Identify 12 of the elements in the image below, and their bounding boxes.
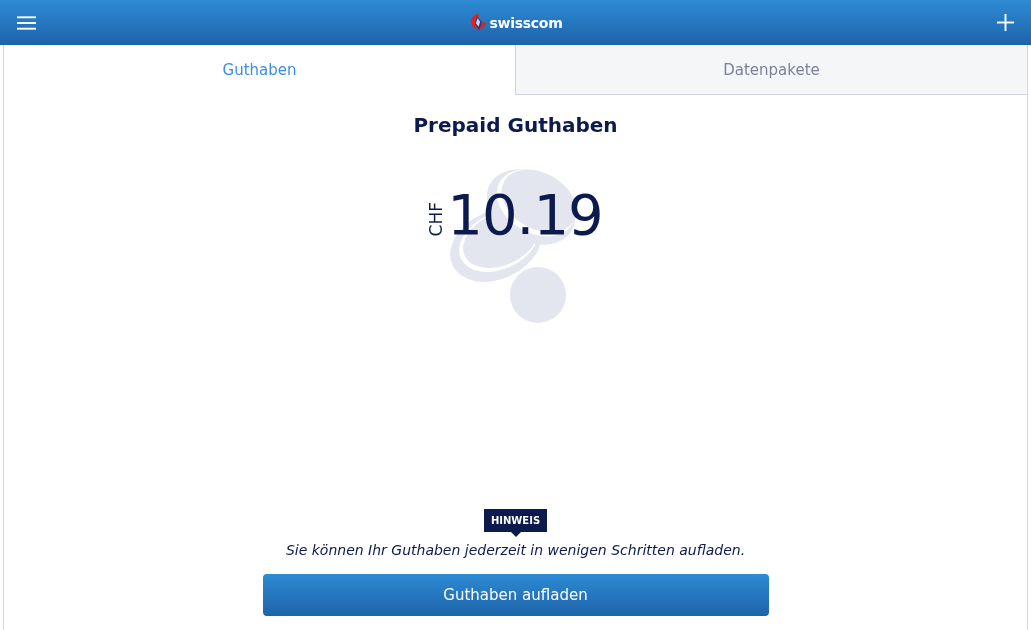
- hint-text: Sie können Ihr Guthaben jederzeit in wenigen Schritten aufladen.: [285, 542, 746, 558]
- hint-badge: HINWEIS: [483, 509, 548, 532]
- top-up-button[interactable]: Guthaben aufladen: [262, 574, 769, 616]
- logo-text: swisscom: [489, 14, 563, 31]
- menu-icon[interactable]: [17, 14, 36, 31]
- add-icon[interactable]: [996, 13, 1015, 32]
- balance-title: Prepaid Guthaben: [413, 113, 618, 137]
- currency-label: CHF: [428, 201, 446, 237]
- logo-icon: [469, 12, 487, 33]
- balance-amount: 10.19: [447, 187, 603, 243]
- badge-pointer-icon: [510, 532, 521, 537]
- tab[interactable]: Datenpakete: [515, 45, 1027, 95]
